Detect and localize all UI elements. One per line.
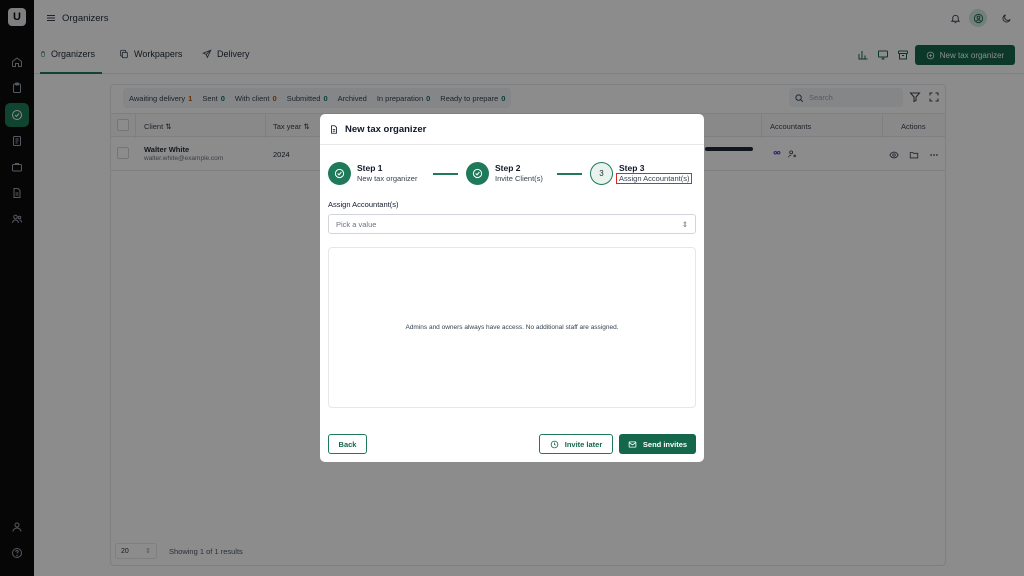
back-button-label: Back [338,439,357,449]
accountant-select[interactable]: Pick a value ⇕ [328,214,696,234]
assigned-staff-list: Admins and owners always have access. No… [328,247,696,408]
step-1-subtitle: New tax organizer [357,174,418,183]
dialog-header: New tax organizer [320,114,704,145]
step-3-indicator: 3 [590,162,613,185]
invite-later-label: Invite later [564,439,603,449]
back-button[interactable]: Back [328,434,367,454]
mail-icon [628,440,637,448]
send-invites-button[interactable]: Send invites [619,434,696,454]
document-icon [331,124,337,134]
step-2-subtitle: Invite Client(s) [495,174,543,183]
assign-accountants-label: Assign Accountant(s) [328,200,399,209]
send-invites-label: Send invites [642,439,688,449]
check-circle-icon [334,168,345,179]
check-circle-icon [472,168,483,179]
step-connector [557,173,582,175]
chevron-updown-icon: ⇕ [681,219,688,229]
step-2-indicator [466,162,489,185]
empty-state-message: Admins and owners always have access. No… [405,324,619,331]
new-tax-organizer-dialog: New tax organizer Step 1 New tax organiz… [320,114,704,462]
step-3-subtitle: Assign Accountant(s) [615,173,693,184]
clock-icon [550,440,559,448]
step-2-title: Step 2 [495,163,521,173]
step-1-title: Step 1 [357,163,383,173]
select-placeholder: Pick a value [336,219,377,229]
invite-later-button[interactable]: Invite later [539,434,613,454]
step-connector [433,173,458,175]
step-1-indicator [328,162,351,185]
dialog-title: New tax organizer [345,123,427,135]
step-3-title: Step 3 [619,163,645,173]
